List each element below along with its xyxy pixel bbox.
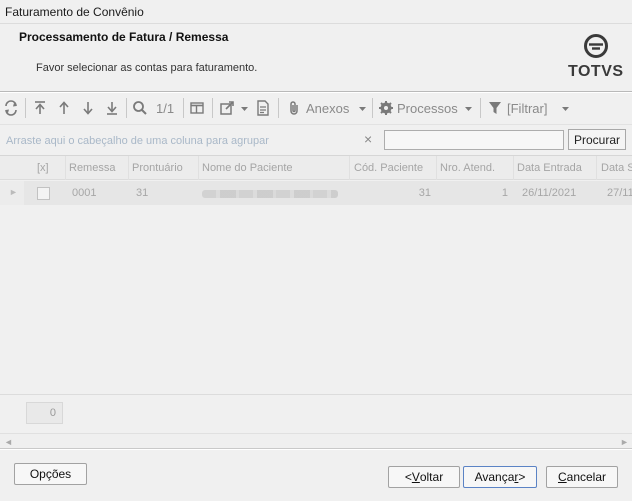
cell-prontuario: 31 <box>136 187 149 199</box>
toolbar-separator <box>183 98 184 118</box>
attachment-icon[interactable] <box>288 98 300 118</box>
toolbar-separator <box>480 98 481 118</box>
columns-layout-icon[interactable] <box>189 98 205 118</box>
col-header-cod-paciente[interactable]: Cód. Paciente <box>350 156 437 180</box>
first-record-icon[interactable] <box>32 98 48 118</box>
col-header-data-saida[interactable]: Data S <box>597 156 632 180</box>
voltar-prefix: < <box>404 470 412 484</box>
row-select-checkbox[interactable] <box>37 187 50 200</box>
last-record-icon[interactable] <box>104 98 120 118</box>
filtrar-menu[interactable]: [Filtrar] <box>507 98 547 118</box>
filtrar-dropdown-icon[interactable] <box>561 98 570 118</box>
voltar-accesskey: V <box>411 470 420 484</box>
avancar-button[interactable]: Avança r > <box>463 466 537 488</box>
export-dropdown-icon[interactable] <box>240 98 249 118</box>
opcoes-button[interactable]: Opções <box>14 463 87 485</box>
anexos-dropdown-icon[interactable] <box>358 98 367 118</box>
header-divider <box>0 91 632 93</box>
table-row[interactable]: ► 0001 31 31 1 26/11/2021 27/11 <box>0 181 632 205</box>
col-header-nro-atend[interactable]: Nro. Atend. <box>437 156 514 180</box>
cell-data-saida: 27/11 <box>607 187 632 199</box>
cell-nome-paciente-redacted <box>202 190 338 198</box>
col-header-prontuario[interactable]: Prontuário <box>129 156 199 180</box>
record-count: 0 <box>26 402 63 424</box>
cancelar-accesskey: C <box>557 470 567 484</box>
page-subtitle: Favor selecionar as contas para faturame… <box>36 62 258 74</box>
cancelar-label: ancelar <box>566 470 607 484</box>
clear-search-icon[interactable]: × <box>364 131 372 147</box>
cell-cod-paciente: 31 <box>418 187 431 199</box>
cell-data-entrada: 26/11/2021 <box>522 187 577 199</box>
header-indicator-cell <box>0 156 24 180</box>
row-indicator: ► <box>0 181 24 205</box>
search-input[interactable] <box>384 130 564 150</box>
toolbar-separator <box>212 98 213 118</box>
toolbar-separator <box>25 98 26 118</box>
avancar-prefix: Avança <box>474 470 515 484</box>
scrollbar-track[interactable] <box>17 437 615 447</box>
document-icon[interactable] <box>256 98 270 118</box>
search-icon[interactable] <box>132 98 148 118</box>
scroll-right-icon[interactable]: ► <box>620 437 629 447</box>
refresh-icon[interactable] <box>3 98 19 118</box>
voltar-button[interactable]: < Voltar <box>388 466 460 488</box>
toolbar-separator <box>126 98 127 118</box>
col-header-select[interactable]: [x] <box>24 156 66 180</box>
toolbar-separator <box>278 98 279 118</box>
col-header-remessa[interactable]: Remessa <box>66 156 129 180</box>
page-indicator: 1/1 <box>156 100 175 116</box>
totvs-logo-icon <box>584 34 608 58</box>
toolbar-separator <box>372 98 373 118</box>
accounts-grid: [x] Remessa Prontuário Nome do Paciente … <box>0 155 632 450</box>
window-title: Faturamento de Convênio <box>5 5 144 19</box>
anexos-menu[interactable]: Anexos <box>306 98 349 118</box>
previous-record-icon[interactable] <box>56 98 72 118</box>
avancar-suffix: > <box>518 470 526 484</box>
col-header-nome-paciente[interactable]: Nome do Paciente <box>199 156 350 180</box>
grid-footer: 0 ◄ ► <box>0 394 632 450</box>
export-icon[interactable] <box>219 98 235 118</box>
cell-remessa: 0001 <box>72 187 97 199</box>
row-pointer-icon: ► <box>9 187 18 197</box>
scroll-left-icon[interactable]: ◄ <box>4 437 13 447</box>
cancelar-button[interactable]: Cancelar <box>546 466 618 488</box>
gear-icon[interactable] <box>378 98 394 118</box>
totvs-logo: TOTVS <box>566 34 626 84</box>
window-titlebar: Faturamento de Convênio <box>0 0 632 24</box>
logo-text: TOTVS <box>568 63 624 80</box>
filter-icon[interactable] <box>488 98 502 118</box>
footer-divider <box>0 448 632 450</box>
grid-toolbar: 1/1 Anexos Processos [Filtrar] <box>0 95 632 121</box>
group-panel: Arraste aqui o cabeçalho de uma coluna p… <box>0 124 632 155</box>
next-record-icon[interactable] <box>80 98 96 118</box>
processos-menu[interactable]: Processos <box>397 98 458 118</box>
processos-dropdown-icon[interactable] <box>464 98 473 118</box>
col-header-data-entrada[interactable]: Data Entrada <box>514 156 597 180</box>
procurar-button[interactable]: Procurar <box>568 129 626 150</box>
wizard-header: Processamento de Fatura / Remessa Favor … <box>0 24 632 92</box>
voltar-label: oltar <box>419 470 444 484</box>
cell-nro-atend: 1 <box>501 187 508 199</box>
group-hint[interactable]: Arraste aqui o cabeçalho de uma coluna p… <box>6 135 269 147</box>
grid-header: [x] Remessa Prontuário Nome do Paciente … <box>0 156 632 180</box>
page-title: Processamento de Fatura / Remessa <box>19 30 229 44</box>
